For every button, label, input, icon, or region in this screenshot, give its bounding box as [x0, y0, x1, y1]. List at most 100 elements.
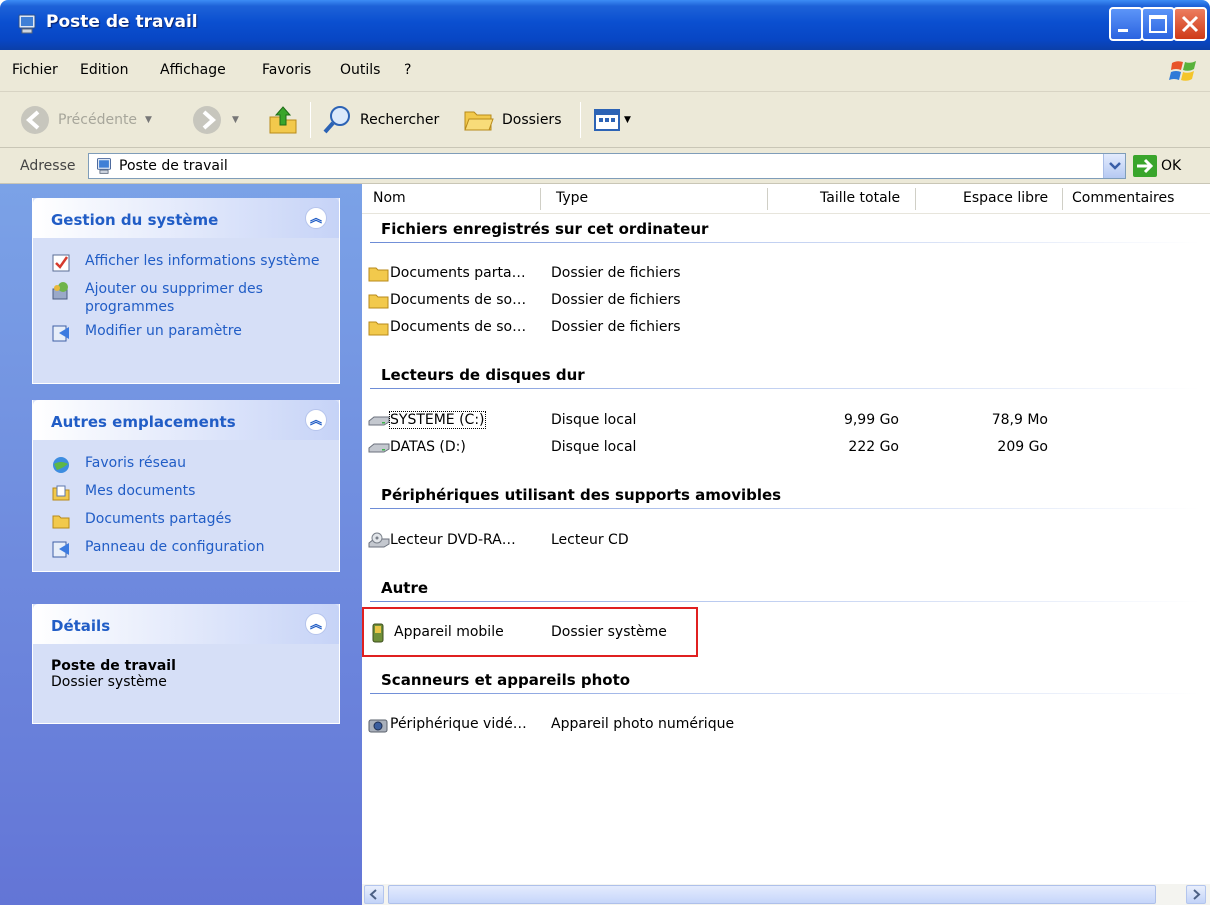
panel-system-tasks: Gestion du système ︽ Afficher les inform… — [32, 198, 340, 384]
scroll-left-button[interactable] — [364, 885, 384, 904]
camera-icon — [368, 719, 388, 733]
group-title: Lecteurs de disques dur — [381, 366, 585, 384]
column-free-space[interactable]: Espace libre — [963, 190, 1048, 206]
menu-favoris[interactable]: Favoris — [262, 62, 311, 78]
scroll-thumb[interactable] — [388, 885, 1156, 904]
address-dropdown-button[interactable] — [1103, 154, 1125, 178]
task-pane: Gestion du système ︽ Afficher les inform… — [0, 184, 362, 905]
task-change-setting[interactable]: Modifier un paramètre — [33, 322, 339, 344]
column-comments[interactable]: Commentaires — [1072, 190, 1174, 206]
panel-header[interactable]: Détails ︽ — [33, 604, 339, 644]
minimize-icon — [1118, 29, 1128, 32]
control-panel-icon — [52, 541, 69, 558]
panel-details: Détails ︽ Poste de travail Dossier systè… — [32, 604, 340, 724]
folders-label: Dossiers — [502, 112, 562, 128]
task-system-info[interactable]: Afficher les informations système — [33, 252, 339, 274]
place-shared-documents[interactable]: Documents partagés — [33, 510, 339, 532]
column-name[interactable]: Nom — [373, 190, 406, 206]
group-title: Scanneurs et appareils photo — [381, 671, 631, 689]
close-button[interactable] — [1173, 7, 1207, 41]
panel-header[interactable]: Autres emplacements ︽ — [33, 400, 339, 440]
maximize-icon — [1149, 15, 1167, 33]
collapse-icon[interactable]: ︽ — [305, 207, 327, 229]
chevron-down-icon: ▼ — [232, 115, 239, 125]
menu-outils[interactable]: Outils — [340, 62, 380, 78]
search-icon — [323, 106, 350, 134]
maximize-button[interactable] — [1141, 7, 1175, 41]
list-item[interactable]: Appareil mobile Dossier système — [368, 621, 1208, 645]
collapse-icon[interactable]: ︽ — [305, 409, 327, 431]
list-item[interactable]: Documents de so… Dossier de fichiers — [368, 289, 1208, 313]
menu-edition[interactable]: Edition — [80, 62, 128, 78]
column-total-size[interactable]: Taille totale — [820, 190, 900, 206]
address-value: Poste de travail — [119, 158, 228, 174]
programs-icon — [52, 282, 68, 300]
place-my-documents[interactable]: Mes documents — [33, 482, 339, 504]
mobile-device-icon — [372, 623, 384, 643]
file-list[interactable]: Nom Type Taille totale Espace libre Comm… — [362, 184, 1210, 905]
folders-icon — [464, 111, 494, 131]
list-item[interactable]: Documents de so… Dossier de fichiers — [368, 316, 1208, 340]
up-folder-icon — [269, 106, 297, 134]
menu-help[interactable]: ? — [404, 62, 411, 78]
menu-affichage[interactable]: Affichage — [160, 62, 226, 78]
back-button[interactable]: Précédente ▼ — [18, 102, 152, 138]
my-computer-icon — [97, 158, 111, 174]
title-bar[interactable]: Poste de travail — [0, 0, 1210, 50]
address-bar: Adresse Poste de travail OK — [0, 148, 1210, 184]
menu-bar: Fichier Edition Affichage Favoris Outils… — [0, 50, 1210, 92]
views-icon — [594, 109, 620, 131]
group-title: Autre — [381, 579, 429, 597]
panel-title: Autres emplacements — [51, 413, 236, 431]
list-item[interactable]: DATAS (D:) Disque local 222 Go 209 Go — [368, 436, 1208, 460]
folder-icon — [368, 294, 389, 309]
toolbar: Précédente ▼ ▼ Rechercher Dossiers ▼ — [0, 92, 1210, 148]
my-computer-icon — [18, 14, 36, 34]
back-label: Précédente — [58, 112, 138, 128]
dvd-drive-icon — [368, 532, 390, 548]
folders-button[interactable]: Dossiers — [462, 102, 562, 138]
control-panel-icon — [52, 325, 69, 342]
list-item[interactable]: SYSTEME (C:) Disque local 9,99 Go 78,9 M… — [368, 409, 1208, 433]
go-arrow-icon — [1137, 158, 1154, 174]
folder-icon — [52, 515, 70, 529]
close-icon — [1181, 15, 1199, 33]
column-type[interactable]: Type — [556, 190, 588, 206]
details-type: Dossier système — [51, 674, 167, 690]
up-folder-button[interactable] — [266, 102, 300, 138]
windows-logo-icon — [1169, 61, 1196, 81]
forward-arrow-icon — [193, 106, 221, 134]
panel-title: Gestion du système — [51, 211, 219, 229]
scroll-right-button[interactable] — [1186, 885, 1206, 904]
window-title: Poste de travail — [46, 12, 198, 32]
place-control-panel[interactable]: Panneau de configuration — [33, 538, 339, 560]
chevron-left-icon — [369, 889, 377, 900]
chevron-right-icon — [1193, 889, 1201, 900]
chevron-down-icon — [1109, 162, 1121, 170]
horizontal-scrollbar[interactable] — [362, 884, 1210, 905]
chevron-down-icon: ▼ — [624, 115, 631, 125]
search-button[interactable]: Rechercher — [320, 102, 439, 138]
go-button[interactable] — [1133, 155, 1157, 177]
folder-icon — [368, 267, 389, 282]
list-item[interactable]: Documents parta… Dossier de fichiers — [368, 262, 1208, 286]
group-title: Périphériques utilisant des supports amo… — [381, 486, 782, 504]
forward-button[interactable]: ▼ — [190, 102, 239, 138]
list-item[interactable]: Lecteur DVD-RA… Lecteur CD — [368, 529, 1208, 553]
details-name: Poste de travail — [51, 658, 176, 674]
network-places-icon — [53, 457, 69, 473]
address-input[interactable]: Poste de travail — [88, 153, 1126, 179]
place-network[interactable]: Favoris réseau — [33, 454, 339, 476]
address-label: Adresse — [20, 158, 76, 174]
collapse-icon[interactable]: ︽ — [305, 613, 327, 635]
column-header: Nom Type Taille totale Espace libre Comm… — [362, 184, 1210, 214]
panel-header[interactable]: Gestion du système ︽ — [33, 198, 339, 238]
menu-fichier[interactable]: Fichier — [12, 62, 58, 78]
search-label: Rechercher — [360, 112, 440, 128]
minimize-button[interactable] — [1109, 7, 1143, 41]
views-button[interactable]: ▼ — [592, 102, 631, 138]
list-item[interactable]: Périphérique vidé… Appareil photo numéri… — [368, 713, 1208, 737]
task-add-remove-programs[interactable]: Ajouter ou supprimer des programmes — [33, 280, 339, 316]
my-documents-icon — [52, 485, 70, 501]
go-label[interactable]: OK — [1161, 158, 1181, 174]
